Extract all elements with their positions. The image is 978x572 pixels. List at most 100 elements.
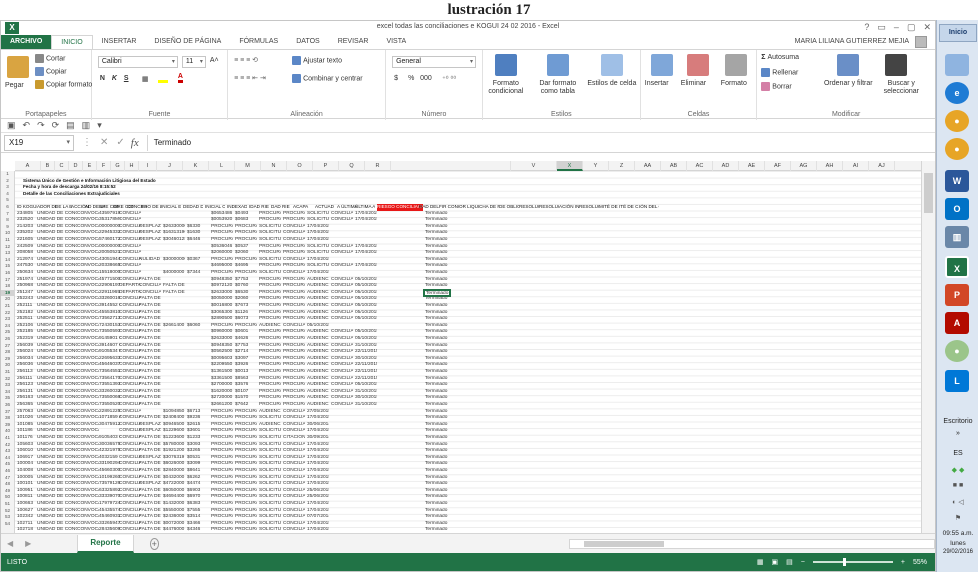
table-cell[interactable]: PROCURA	[211, 323, 233, 330]
column-header[interactable]: G	[111, 161, 125, 171]
table-cell[interactable]: 3914552 GF	[99, 303, 121, 310]
save-icon[interactable]: ▣	[7, 120, 16, 131]
table-cell[interactable]: 242509	[17, 244, 39, 251]
table-cell[interactable]: UNIDAD DE CONCILIAC	[37, 402, 77, 409]
clear-button[interactable]: Borrar	[761, 82, 792, 91]
table-cell[interactable]: CONVOCA	[77, 356, 99, 363]
table-cell[interactable]: $1229600	[163, 428, 185, 435]
table-cell[interactable]: $6050000	[163, 488, 185, 495]
table-cell[interactable]: 17/04/2015	[307, 237, 329, 244]
table-cell[interactable]: $2408400	[163, 415, 185, 422]
table-cell[interactable]: PROCURA	[259, 376, 281, 383]
table-cell[interactable]: UNIDAD DE CONCILIAC	[37, 442, 77, 449]
cut-button[interactable]: Cortar	[35, 54, 65, 63]
table-cell[interactable]: $3076319	[163, 455, 185, 462]
tab-vista[interactable]: VISTA	[377, 35, 415, 49]
table-cell[interactable]: $8563	[235, 376, 257, 383]
table-cell[interactable]: PROCURA	[259, 382, 281, 389]
table-cell[interactable]: 31/10/2015	[355, 402, 377, 409]
formula-input[interactable]: Terminado	[146, 134, 935, 151]
table-cell[interactable]: 73564170 F	[99, 376, 121, 383]
table-cell[interactable]: FALTA DE	[139, 303, 161, 310]
table-cell[interactable]: 4032159	[99, 455, 121, 462]
row-header[interactable]: 10	[1, 230, 14, 237]
status-cell[interactable]: Terminado	[425, 369, 455, 376]
row-header[interactable]: 54	[1, 521, 14, 528]
user-name[interactable]: MARIA LILIANA GUTIERREZ MEJIA	[795, 38, 909, 45]
table-cell[interactable]: $4695	[235, 263, 257, 270]
table-cell[interactable]: PROCURA	[211, 475, 233, 482]
table-cell[interactable]: $7673	[235, 303, 257, 310]
table-cell[interactable]: CONCILIAC	[331, 263, 353, 270]
sort-filter-icon[interactable]	[837, 54, 860, 76]
sheet-tab-reporte[interactable]: Reporte	[77, 534, 134, 553]
insert-button[interactable]: Insertar	[645, 80, 669, 87]
table-cell[interactable]: 73550066	[99, 395, 121, 402]
table-cell[interactable]: 234805	[17, 211, 39, 218]
table-cell[interactable]: 17/04/2015	[307, 521, 329, 528]
table-cell[interactable]: $7753	[235, 277, 257, 284]
table-cell[interactable]: PROCURA	[259, 277, 281, 284]
table-cell[interactable]: 27/05/2015	[307, 409, 329, 416]
table-cell[interactable]: CONCILIAC	[119, 270, 141, 277]
table-cell[interactable]: CONVOCA	[77, 343, 99, 350]
table-cell[interactable]: CONCILIAC	[119, 448, 141, 455]
table-cell[interactable]: FALTA DE	[139, 336, 161, 343]
table-cell[interactable]: UNIDAD DE CONCILIAC	[37, 270, 77, 277]
table-cell[interactable]: CONCILIAC	[119, 402, 141, 409]
table-cell[interactable]: $1432000	[163, 501, 185, 508]
table-cell[interactable]: $6026000	[163, 461, 185, 468]
table-cell[interactable]: $2060	[235, 296, 257, 303]
table-cell[interactable]: SOLICITUD	[259, 521, 281, 528]
table-cell[interactable]: 252111	[17, 303, 39, 310]
table-cell[interactable]: CONCILIAC	[119, 508, 141, 515]
table-cell[interactable]: CONVOCA	[77, 277, 99, 284]
table-cell[interactable]: CONCILIAC	[331, 395, 353, 402]
table-cell[interactable]: FALTA DE	[139, 389, 161, 396]
normal-view-icon[interactable]: ▦	[757, 558, 764, 566]
table-cell[interactable]: UNIDAD DE CONCILIAC	[37, 481, 77, 488]
table-cell[interactable]: 256036	[17, 362, 39, 369]
table-cell[interactable]: CONCILIAC	[119, 475, 141, 482]
table-cell[interactable]: CONCILIAC	[119, 310, 141, 317]
table-cell[interactable]: CONVOCA	[77, 250, 99, 257]
table-cell[interactable]: UNIDAD DE CONCILIAC	[37, 514, 77, 521]
table-cell[interactable]: FALTA DE	[139, 508, 161, 515]
table-cell[interactable]: 256163	[17, 395, 39, 402]
table-cell[interactable]: UNIDAD DE CONCILIAC	[37, 250, 77, 257]
table-cell[interactable]: 42321975 C	[99, 448, 121, 455]
table-cell[interactable]: CONCILIAC	[331, 316, 353, 323]
table-cell[interactable]: PROCURA	[259, 395, 281, 402]
table-cell[interactable]: PROCURA	[235, 448, 257, 455]
table-cell[interactable]: 22/11/2015	[355, 369, 377, 376]
table-cell[interactable]: CONVOCA	[77, 422, 99, 429]
flag-icon[interactable]: ⚑	[940, 514, 976, 522]
table-cell[interactable]: DESPLAZA	[139, 481, 161, 488]
row-header[interactable]: 15	[1, 263, 14, 270]
table-cell[interactable]: PROCURA	[211, 230, 233, 237]
table-cell[interactable]: CITACION	[283, 435, 305, 442]
table-cell[interactable]: $8641	[187, 468, 209, 475]
table-cell[interactable]: 17/04/2015	[355, 211, 377, 218]
paste-icon[interactable]	[7, 56, 29, 78]
column-header[interactable]: B	[41, 161, 55, 171]
table-cell[interactable]: 00000000	[99, 244, 121, 251]
table-cell[interactable]: 208058	[17, 250, 39, 257]
table-cell[interactable]: PROCURA	[283, 329, 305, 336]
table-cell[interactable]: CONCILIAC	[119, 296, 141, 303]
table-cell[interactable]: 252319	[17, 336, 39, 343]
table-cell[interactable]: CONCILIAC	[331, 369, 353, 376]
table-cell[interactable]: CONCILIAC	[331, 290, 353, 297]
row-header[interactable]: 53	[1, 514, 14, 521]
table-cell[interactable]: CONCILIAC	[119, 415, 141, 422]
table-cell[interactable]: $7753	[235, 343, 257, 350]
table-cell[interactable]: CONVOCA	[77, 303, 99, 310]
table-cell[interactable]: PROCURA	[259, 329, 281, 336]
table-cell[interactable]: 25/06/2015	[307, 488, 329, 495]
table-cell[interactable]: CONCILIAC	[119, 211, 141, 218]
page-break-icon[interactable]: ▤	[786, 558, 793, 566]
table-cell[interactable]: $0072000	[163, 521, 185, 528]
table-cell[interactable]: FALTA DE	[139, 382, 161, 389]
row-header[interactable]: 40	[1, 428, 14, 435]
table-cell[interactable]: 252511	[17, 316, 39, 323]
